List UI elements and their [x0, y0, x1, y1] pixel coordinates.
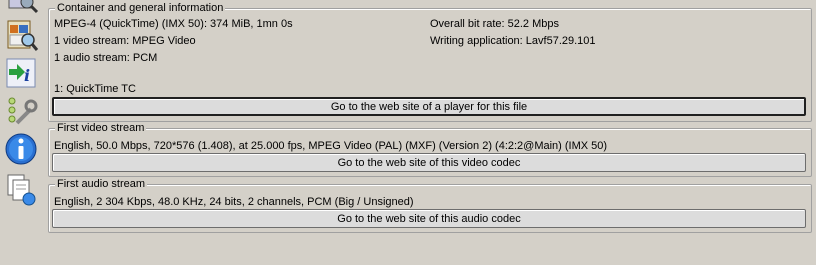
general-video-count-line: 1 video stream: MPEG Video [54, 35, 196, 47]
video-codec-website-button[interactable]: Go to the web site of this video codec [52, 153, 806, 172]
svg-text:i: i [24, 66, 30, 85]
general-writing-app-line: Writing application: Lavf57.29.101 [430, 35, 596, 47]
audio-stream-legend: First audio stream [55, 178, 148, 191]
video-stream-legend: First video stream [55, 122, 147, 135]
report-icon[interactable] [3, 17, 39, 53]
player-website-button[interactable]: Go to the web site of a player for this … [52, 97, 806, 116]
info-icon[interactable] [3, 131, 39, 167]
audio-codec-website-button[interactable]: Go to the web site of this audio codec [52, 209, 806, 228]
magnifier-icon[interactable] [3, 0, 39, 16]
video-stream-group: First video stream English, 50.0 Mbps, 7… [48, 122, 812, 177]
settings-icon[interactable] [3, 93, 39, 129]
copy-files-icon[interactable] [3, 172, 39, 208]
import-info-icon[interactable]: i [3, 55, 39, 91]
general-audio-count-line: 1 audio stream: PCM [54, 52, 158, 64]
video-stream-line: English, 50.0 Mbps, 720*576 (1.408), at … [54, 140, 608, 152]
general-info-legend: Container and general information [55, 2, 226, 15]
audio-stream-line: English, 2 304 Kbps, 48.0 KHz, 24 bits, … [54, 196, 414, 208]
general-timecode-line: 1: QuickTime TC [54, 83, 136, 95]
audio-stream-group: First audio stream English, 2 304 Kbps, … [48, 178, 812, 233]
general-info-group: Container and general information MPEG-4… [48, 2, 812, 122]
general-bitrate-line: Overall bit rate: 52.2 Mbps [430, 18, 560, 30]
view-toolbar: i [0, 0, 44, 265]
general-format-line: MPEG-4 (QuickTime) (IMX 50): 374 MiB, 1m… [54, 18, 293, 30]
